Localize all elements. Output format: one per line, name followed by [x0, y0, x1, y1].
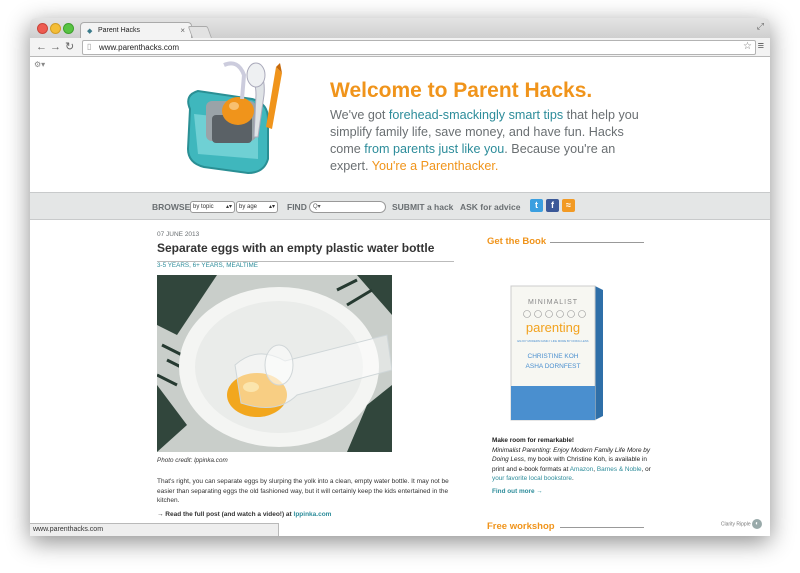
web-page: ⚙▾ Welcome to Parent Hacks. We've got fo…	[30, 57, 770, 536]
reload-icon[interactable]: ↻	[65, 40, 74, 54]
clarity-badge[interactable]: Clarity Ripple ◐	[721, 519, 762, 529]
book-subtitle: ENJOY MODERN FAMILY LIFE MORE BY DOING L…	[517, 339, 588, 343]
close-tab-icon[interactable]: ×	[180, 26, 185, 35]
zoom-window-button[interactable]	[63, 23, 74, 34]
book-cover[interactable]: MINIMALIST parenting ENJOY MODERN FAMILY…	[505, 282, 605, 422]
book-author-1: CHRISTINE KOH	[528, 353, 579, 360]
make-room-heading: Make room for remarkable!	[492, 437, 575, 444]
read-more: → Read the full post (and watch a video!…	[157, 511, 331, 518]
parenthacker-text: You're a Parenthacker.	[371, 159, 499, 173]
url-text: www.parenthacks.com	[99, 43, 180, 52]
search-input[interactable]: Q▾	[309, 201, 386, 213]
back-arrow-icon[interactable]: ←	[36, 40, 47, 54]
age-select-value: by age	[239, 204, 258, 210]
book-description: Minimalist Parenting: Enjoy Modern Famil…	[492, 446, 652, 483]
book-title-2: parenting	[526, 320, 580, 335]
smart-tips-link[interactable]: forehead-smackingly smart tips	[389, 108, 563, 122]
book-title-1: MINIMALIST	[528, 299, 578, 306]
free-workshop-heading: Free workshop	[487, 521, 555, 532]
tagline-text: We've got	[330, 108, 389, 122]
fullscreen-icon[interactable]: ⤢	[757, 21, 764, 32]
site-navbar: BROWSE by topic ▴▾ by age ▴▾ FIND Q▾ SUBMI…	[30, 192, 770, 220]
address-bar[interactable]: ▯ www.parenthacks.com ☆	[82, 40, 756, 55]
submit-hack-link[interactable]: SUBMIT a hack	[392, 202, 453, 212]
post-date: 07 JUNE 2013	[157, 231, 200, 238]
post-photo	[157, 275, 392, 452]
gear-icon[interactable]: ⚙▾	[34, 60, 45, 69]
tagline: We've got forehead-smackingly smart tips…	[330, 107, 650, 175]
topic-select-value: by topic	[193, 204, 214, 210]
book-author-2: ASHA DORNFEST	[526, 363, 581, 370]
select-arrow-icon: ▴▾	[225, 204, 232, 210]
read-more-text: → Read the full post (and watch a video!…	[157, 511, 294, 518]
read-more-link[interactable]: lppinka.com	[294, 511, 332, 518]
parent-hacks-logo	[186, 61, 282, 175]
browser-window: ◆ Parent Hacks × ⤢ ← → ↻ ▯ www.parenthac…	[30, 18, 770, 536]
badge-text: Clarity Ripple	[720, 521, 751, 528]
photo-credit: Photo credit: lppinka.com	[157, 457, 228, 464]
bookmark-star-icon[interactable]: ☆	[743, 41, 752, 52]
menu-icon[interactable]: ≡	[758, 40, 764, 52]
minimize-window-button[interactable]	[50, 23, 61, 34]
desc-text: , or	[641, 465, 651, 473]
desc-text: .	[571, 474, 574, 482]
post-title[interactable]: Separate eggs with an empty plastic wate…	[157, 241, 434, 255]
divider	[560, 527, 644, 528]
ask-advice-link[interactable]: ASK for advice	[460, 202, 520, 212]
browser-toolbar: ← → ↻ ▯ www.parenthacks.com ☆ ≡	[30, 38, 770, 57]
tab-title: Parent Hacks	[98, 27, 141, 34]
amazon-link[interactable]: Amazon	[570, 466, 593, 473]
topic-select[interactable]: by topic ▴▾	[190, 201, 235, 213]
find-label: FIND	[287, 202, 307, 212]
twitter-icon[interactable]: t	[530, 199, 543, 212]
forward-arrow-icon[interactable]: →	[50, 40, 61, 54]
close-window-button[interactable]	[37, 23, 48, 34]
select-arrow-icon: ▴▾	[268, 204, 275, 210]
tab-strip: ◆ Parent Hacks × ⤢	[30, 18, 770, 39]
ripple-icon: ◐	[752, 519, 762, 529]
facebook-icon[interactable]: f	[546, 199, 559, 212]
find-out-more-link[interactable]: Find out more →	[492, 488, 543, 495]
browse-label: BROWSE	[152, 202, 191, 212]
post-categories[interactable]: 3-5 YEARS, 6+ YEARS, MEALTIME	[157, 262, 258, 269]
tab-parent-hacks[interactable]: ◆ Parent Hacks ×	[80, 22, 192, 39]
get-book-heading: Get the Book	[487, 236, 547, 247]
barnes-noble-link[interactable]: Barnes & Noble	[597, 466, 642, 473]
post-body: That's right, you can separate eggs by s…	[157, 478, 449, 504]
divider	[550, 242, 644, 243]
page-title: Welcome to Parent Hacks.	[330, 79, 593, 102]
rss-icon[interactable]: ≈	[562, 199, 575, 212]
age-select[interactable]: by age ▴▾	[236, 201, 278, 213]
status-bar: www.parenthacks.com	[30, 523, 279, 536]
page-icon: ▯	[87, 42, 92, 51]
favicon-icon: ◆	[87, 28, 93, 35]
local-bookstore-link[interactable]: your favorite local bookstore	[492, 475, 572, 482]
from-parents-link[interactable]: from parents just like you	[364, 142, 504, 156]
